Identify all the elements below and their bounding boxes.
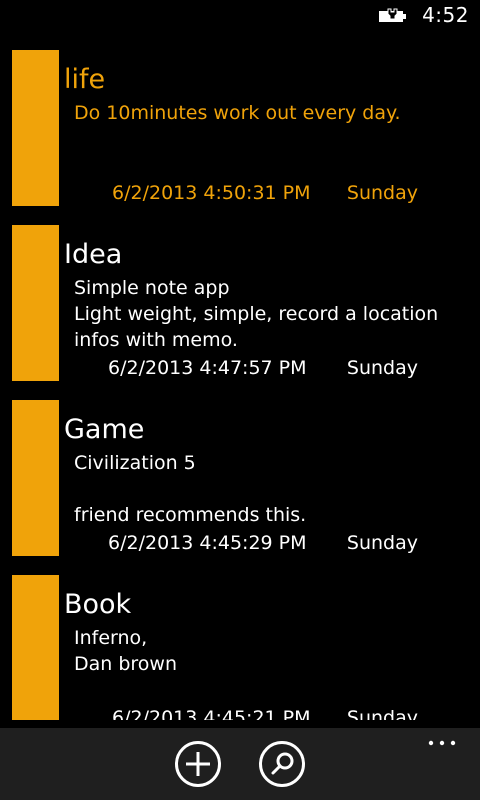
note-date: 6/2/2013 4:47:57 PM bbox=[108, 357, 307, 379]
notes-screen: 4:52 life Do 10minutes work out every da… bbox=[0, 0, 480, 800]
note-color-tile bbox=[12, 50, 59, 206]
note-body: Do 10minutes work out every day. bbox=[74, 102, 401, 124]
note-color-tile bbox=[12, 225, 59, 381]
add-note-button[interactable] bbox=[175, 741, 221, 787]
note-title: life bbox=[64, 64, 106, 95]
note-day: Sunday bbox=[346, 532, 418, 554]
note-day: Sunday bbox=[346, 357, 418, 379]
note-date: 6/2/2013 4:45:29 PM bbox=[108, 532, 307, 554]
note-day: Sunday bbox=[346, 182, 418, 204]
note-item[interactable]: life Do 10minutes work out every day. 6/… bbox=[0, 50, 480, 206]
note-date: 6/2/2013 4:45:21 PM bbox=[112, 707, 311, 720]
note-day: Sunday bbox=[346, 707, 418, 720]
status-clock: 4:52 bbox=[422, 3, 469, 27]
status-bar: 4:52 bbox=[0, 0, 480, 32]
add-icon bbox=[186, 752, 210, 776]
battery-charging-icon bbox=[379, 8, 406, 22]
note-item[interactable]: Idea Simple note app Light weight, simpl… bbox=[0, 225, 480, 381]
note-title: Book bbox=[64, 589, 132, 620]
application-bar bbox=[0, 728, 480, 800]
note-color-tile bbox=[12, 575, 59, 720]
note-body: Civilization 5 friend recommends this. bbox=[74, 452, 307, 526]
note-body: Simple note app Light weight, simple, re… bbox=[74, 277, 439, 351]
note-item[interactable]: Book Inferno, Dan brown 6/2/2013 4:45:21… bbox=[0, 575, 480, 720]
note-color-tile bbox=[12, 400, 59, 556]
more-options-icon[interactable] bbox=[428, 740, 456, 746]
note-date: 6/2/2013 4:50:31 PM bbox=[112, 182, 311, 204]
notes-list[interactable]: life Do 10minutes work out every day. 6/… bbox=[0, 50, 480, 720]
search-button[interactable] bbox=[259, 741, 305, 787]
note-item[interactable]: Game Civilization 5 friend recommends th… bbox=[0, 400, 480, 556]
note-title: Idea bbox=[64, 239, 123, 270]
search-icon bbox=[271, 752, 294, 775]
note-title: Game bbox=[64, 414, 145, 445]
note-body: Inferno, Dan brown bbox=[74, 627, 178, 675]
